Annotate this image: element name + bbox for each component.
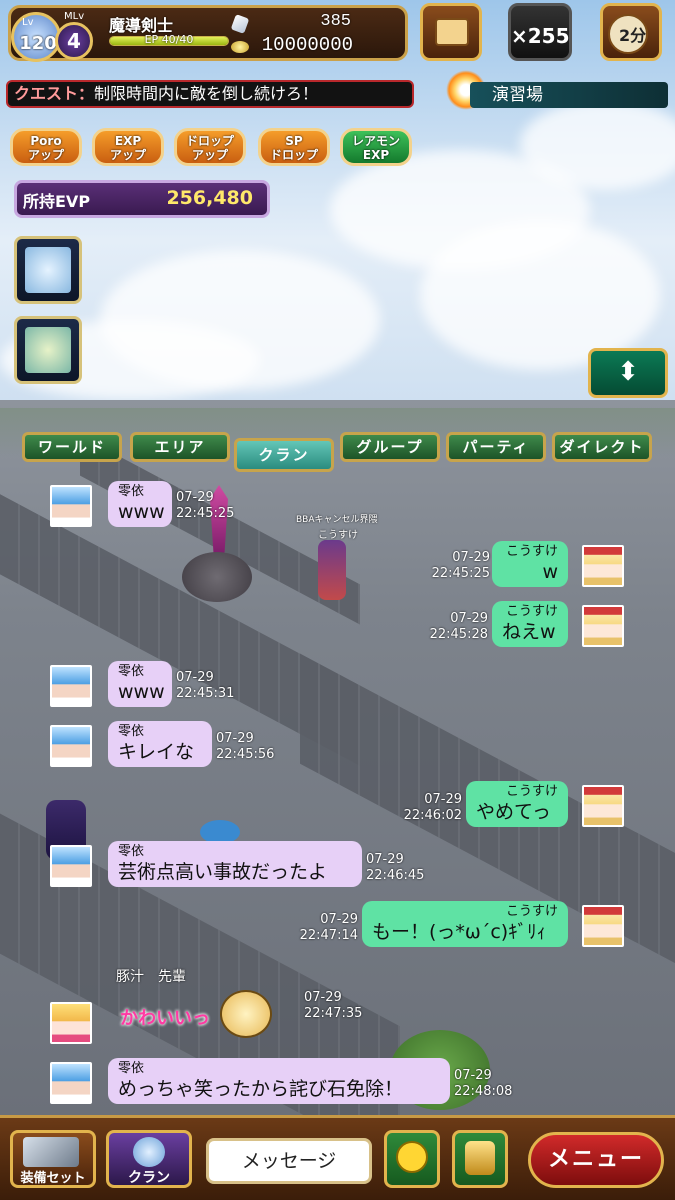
crystal-count: 385: [320, 12, 351, 31]
avatar[interactable]: [582, 545, 624, 587]
avatar[interactable]: [50, 485, 92, 527]
equip-set-label: 装備セット: [20, 1171, 86, 1186]
chat-bubble: こうすけ ねえw: [492, 601, 568, 647]
level-label: Lv: [22, 17, 34, 28]
ticket-count-button[interactable]: ×255: [508, 3, 572, 61]
tab-group[interactable]: グループ: [340, 432, 440, 462]
timestamp: 07-29 22:45:25: [431, 550, 490, 581]
chat-bubble: こうすけ もー！(っ*ω´c)ｷﾞﾘｨ: [362, 901, 568, 947]
evp-label: 所持EVP: [23, 192, 91, 211]
shop-button[interactable]: [14, 316, 82, 384]
chat-bubble: 零依 芸術点高い事故だったよ: [108, 841, 362, 887]
sticker-face-icon: [220, 990, 272, 1038]
crossed-swords-icon: [133, 1137, 165, 1167]
timestamp: 07-29 22:46:45: [366, 852, 425, 883]
avatar[interactable]: [50, 1062, 92, 1104]
coin-count: 10000000: [261, 34, 353, 56]
area-name: 演習場: [492, 85, 543, 105]
crystal-icon: [230, 14, 250, 34]
evp-value: 256,480: [166, 187, 253, 209]
timestamp: 07-29 22:46:02: [403, 792, 462, 823]
avatar[interactable]: [50, 845, 92, 887]
top-status-bar: Lv 120 MLv 4 魔導剣士 EP 40/40 385 10000000 …: [0, 0, 675, 64]
chat-resize-button[interactable]: ⬍: [588, 348, 668, 398]
sword-icon: [23, 1137, 79, 1167]
master-level-badge: MLv 4: [55, 11, 93, 60]
tab-world[interactable]: ワールド: [22, 432, 122, 462]
stamp-icon: [465, 1141, 495, 1175]
chat-bubble: 零依 めっちゃ笑ったから詫び石免除！: [108, 1058, 450, 1104]
avatar[interactable]: [582, 785, 624, 827]
chat-bubble: 零依 www: [108, 481, 172, 527]
buff-sp-drop[interactable]: SP ドロップ: [258, 128, 330, 166]
sticker: かわいいっ: [118, 988, 298, 1044]
player-character[interactable]: [318, 540, 346, 600]
emoji-button[interactable]: [384, 1130, 440, 1188]
skill-boost-button[interactable]: [14, 236, 82, 304]
avatar[interactable]: [50, 725, 92, 767]
shop-icon: [25, 327, 71, 373]
clan-label: クラン: [128, 1170, 170, 1186]
avatar[interactable]: [50, 1002, 92, 1044]
tab-party[interactable]: パーティ: [446, 432, 546, 462]
chat-bubble: こうすけ w: [492, 541, 568, 587]
skill-boost-icon: [25, 247, 71, 293]
timestamp: 07-29 22:48:08: [454, 1068, 513, 1099]
bottom-bar: 装備セット クラン メッセージ メニュー: [0, 1115, 675, 1200]
buff-rare-monster-exp[interactable]: レアモン EXP: [340, 128, 412, 166]
level-badge: Lv 120: [11, 12, 61, 62]
chat-bubble: 零依 キレイな: [108, 721, 212, 767]
timestamp: 07-29 22:45:28: [429, 611, 488, 642]
level-value: 120: [19, 33, 57, 54]
tab-clan[interactable]: クラン: [234, 438, 334, 472]
menu-button[interactable]: メニュー: [528, 1132, 664, 1188]
timestamp: 07-29 22:45:56: [216, 731, 275, 762]
sender-name: 豚汁 先輩: [116, 969, 186, 985]
guide-book-button[interactable]: [420, 3, 482, 61]
timer-button[interactable]: 2分: [600, 3, 662, 61]
smiley-icon: [396, 1141, 428, 1173]
tab-direct[interactable]: ダイレクト: [552, 432, 652, 462]
ep-text: EP 40/40: [144, 33, 194, 46]
message-input[interactable]: メッセージ: [206, 1138, 372, 1184]
buff-poro-up[interactable]: Poro アップ: [10, 128, 82, 166]
chat-bubble: こうすけ やめてっ: [466, 781, 568, 827]
quest-text: 制限時間内に敵を倒し続けろ！: [94, 84, 319, 103]
book-icon: [435, 18, 469, 46]
timer-text: 2分: [619, 26, 647, 45]
buff-exp-up[interactable]: EXP アップ: [92, 128, 164, 166]
evp-panel: 所持EVP 256,480: [14, 180, 270, 218]
timestamp: 07-29 22:45:31: [176, 670, 235, 701]
master-level-value: 4: [67, 29, 81, 53]
ticket-count: ×255: [511, 24, 570, 48]
stamp-button[interactable]: [452, 1130, 508, 1188]
buff-drop-up[interactable]: ドロップ アップ: [174, 128, 246, 166]
avatar[interactable]: [582, 605, 624, 647]
timestamp: 07-29 22:47:14: [299, 912, 358, 943]
chat-bubble: 零依 www: [108, 661, 172, 707]
timestamp: 07-29 22:45:25: [176, 490, 235, 521]
equip-set-button[interactable]: 装備セット: [10, 1130, 96, 1188]
timestamp: 07-29 22:47:35: [304, 990, 363, 1021]
avatar[interactable]: [582, 905, 624, 947]
expand-arrows-icon: ⬍: [617, 357, 639, 387]
master-level-label: MLv: [64, 11, 85, 22]
sticker-text: かわいいっ: [120, 1008, 210, 1029]
player-status-panel: Lv 120 MLv 4 魔導剣士 EP 40/40 385 10000000: [8, 5, 408, 62]
area-name-banner: 演習場: [470, 82, 668, 108]
avatar[interactable]: [50, 665, 92, 707]
player-name-label: こうすけ: [318, 530, 358, 541]
player-tag-label: BBAキャンセル界隈: [296, 515, 378, 525]
tab-area[interactable]: エリア: [130, 432, 230, 462]
coin-icon: [231, 41, 249, 53]
quest-label: クエスト：: [14, 84, 95, 103]
pedestal: [182, 552, 252, 602]
quest-banner[interactable]: クエスト：制限時間内に敵を倒し続けろ！: [6, 80, 414, 108]
clan-button[interactable]: クラン: [106, 1130, 192, 1188]
